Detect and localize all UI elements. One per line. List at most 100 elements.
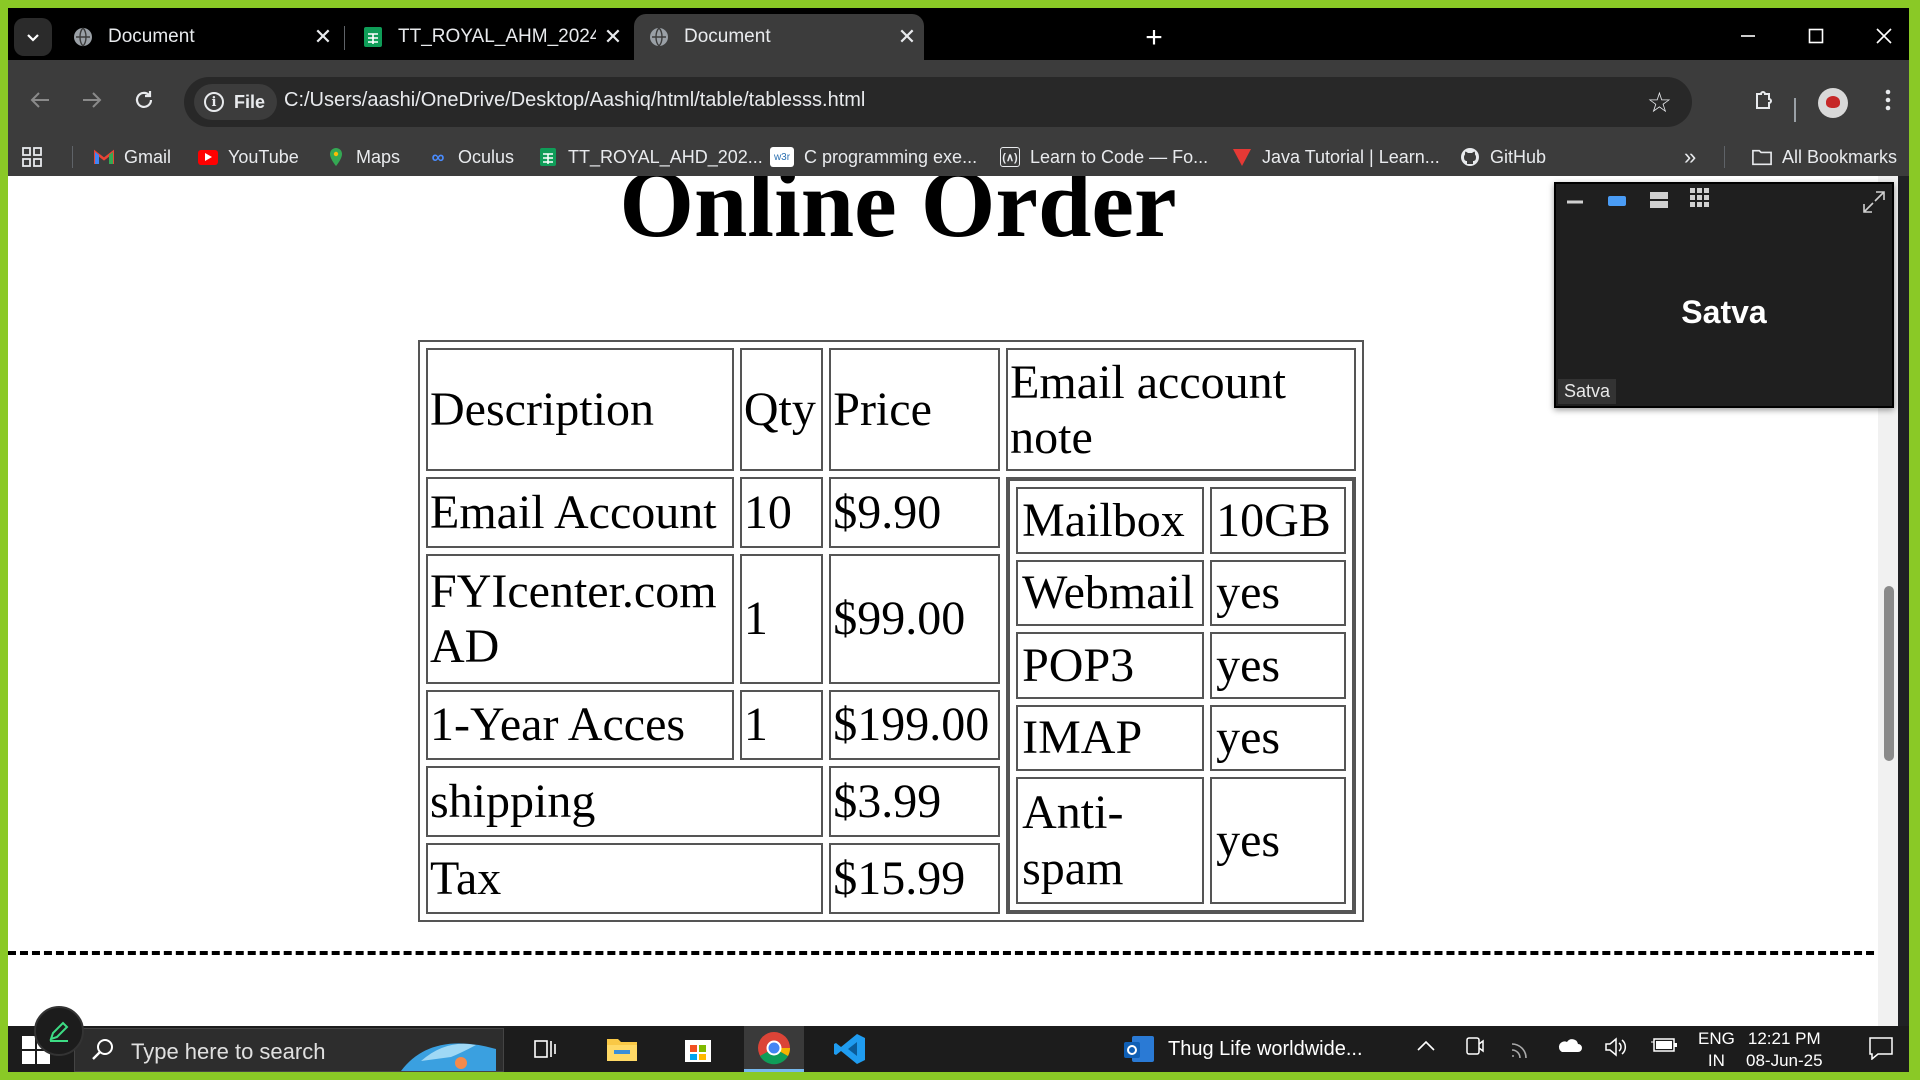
meet-now-icon[interactable] [1464,1036,1484,1064]
cell-description: 1-Year Acces [426,689,734,761]
taskbar-search[interactable]: Type here to search [74,1028,504,1072]
apps-grid-icon [22,147,42,167]
pen-workspace-button[interactable] [34,1006,84,1056]
vscode-taskbar-button[interactable] [820,1026,880,1072]
email-note-table: Mailbox 10GB Webmail yes POP3 yes IMAP y… [1008,479,1354,912]
onedrive-icon[interactable] [1556,1036,1582,1060]
menu-button[interactable] [1868,80,1908,120]
close-tab-icon[interactable]: ✕ [596,24,630,50]
file-explorer-button[interactable] [592,1026,652,1072]
bookmark-oculus[interactable]: ∞ Oculus [428,138,514,176]
single-view-icon[interactable] [1608,192,1626,213]
bookmark-youtube[interactable]: YouTube [198,138,299,176]
bookmark-label: GitHub [1490,146,1547,167]
show-hidden-icons-icon[interactable] [1416,1036,1436,1062]
system-clock[interactable]: 12:21 PM 08-Jun-25 [1746,1028,1823,1072]
bookmark-label: Maps [356,146,401,167]
page-heading: Online Order [619,176,1177,257]
apps-button[interactable] [22,138,42,176]
tab-document-active[interactable]: Document ✕ [634,14,924,60]
w3r-icon: w3r [770,147,794,167]
notifications-icon[interactable] [1868,1036,1894,1066]
bookmark-freecodecamp[interactable]: (∧) Learn to Code — Fo... [1000,138,1208,176]
cell-price: $199.00 [829,689,1001,761]
floating-video-panel[interactable]: Satva Satva [1554,182,1894,408]
bookmark-maps[interactable]: Maps [326,138,400,176]
microsoft-store-button[interactable] [668,1026,728,1072]
bookmark-star-icon[interactable]: ☆ [1647,86,1672,119]
dashed-divider [8,951,1898,955]
bookmark-separator [72,146,73,168]
bookmark-javatpoint[interactable]: Java Tutorial | Learn... [1232,138,1440,176]
sheets-icon [362,26,384,48]
expand-icon[interactable] [1862,190,1886,219]
bookmark-github[interactable]: GitHub [1460,138,1546,176]
chrome-taskbar-button[interactable] [744,1026,804,1072]
note-value: yes [1210,559,1346,627]
folder-icon [607,1039,637,1061]
more-bookmarks-button[interactable]: » [1684,138,1696,176]
maximize-button[interactable] [1786,16,1846,56]
browser-toolbar: i File C:/Users/aashi/OneDrive/Desktop/A… [8,60,1909,146]
news-headline: Thug Life worldwide... [1168,1037,1363,1060]
cell-price: $9.90 [829,477,1001,549]
all-bookmarks-button[interactable]: All Bookmarks [1752,138,1897,176]
note-value: yes [1210,632,1346,699]
bookmark-separator [1724,146,1725,168]
language-indicator[interactable]: ENG IN [1698,1028,1735,1072]
folder-icon [1752,147,1772,167]
split-view-icon[interactable] [1650,192,1668,213]
scrollbar-thumb[interactable] [1884,586,1894,761]
youtube-icon [198,149,218,165]
panel-controls [1556,184,1892,218]
note-key: Anti-spam [1016,777,1205,904]
tab-search-button[interactable] [14,18,52,56]
grid-view-icon[interactable] [1690,188,1710,213]
close-tab-icon[interactable]: ✕ [890,24,924,50]
note-value: 10GB [1210,487,1346,554]
cell-price: $99.00 [829,554,1001,684]
participant-name: Satva [1681,294,1767,330]
url-text[interactable]: C:/Users/aashi/OneDrive/Desktop/Aashiq/h… [284,89,865,112]
site-info-chip[interactable]: i File [194,84,278,120]
header-email-note: Email account note [1006,348,1356,472]
tab-sheets[interactable]: TT_ROYAL_AHM_2024 - Google ✕ [348,14,630,60]
task-view-button[interactable] [516,1026,576,1072]
outlook-news-icon [1124,1036,1154,1062]
address-bar[interactable]: i File C:/Users/aashi/OneDrive/Desktop/A… [184,77,1692,127]
reload-button[interactable] [124,80,164,120]
dolphin-search-highlight-icon [391,1031,501,1072]
header-price: Price [829,348,1001,472]
volume-icon[interactable] [1604,1036,1628,1064]
tab-separator [344,26,345,50]
tab-document-1[interactable]: Document ✕ [58,14,340,60]
minimize-button[interactable] [1718,16,1778,56]
note-key: IMAP [1016,704,1205,772]
extensions-button[interactable] [1744,80,1784,120]
freecodecamp-icon: (∧) [1000,147,1020,167]
battery-icon[interactable] [1650,1036,1678,1060]
bookmark-sheets[interactable]: TT_ROYAL_AHD_202... [538,138,763,176]
cell-price: $3.99 [829,766,1001,838]
region-code: IN [1707,1051,1725,1070]
minimize-panel-icon[interactable] [1566,188,1584,211]
close-window-button[interactable] [1854,16,1909,56]
maximize-icon [1808,28,1824,44]
task-view-icon [534,1040,556,1058]
back-button[interactable] [20,80,60,120]
new-tab-button[interactable]: + [1134,18,1174,58]
clock-time: 12:21 PM [1747,1029,1821,1048]
note-key: Webmail [1016,559,1205,627]
search-icon [91,1037,115,1068]
forward-button[interactable] [72,80,112,120]
participant-label: Satva [1558,379,1617,404]
close-tab-icon[interactable]: ✕ [306,24,340,50]
network-icon[interactable] [1510,1036,1532,1064]
bookmark-w3r[interactable]: w3r C programming exe... [770,138,977,176]
javatpoint-icon [1232,147,1252,167]
header-qty: Qty [739,348,824,472]
news-widget[interactable]: Thug Life worldwide... [1122,1034,1363,1064]
bookmark-gmail[interactable]: Gmail [94,138,171,176]
profile-avatar[interactable] [1818,88,1848,118]
cell-description: FYIcenter.com AD [426,554,734,684]
